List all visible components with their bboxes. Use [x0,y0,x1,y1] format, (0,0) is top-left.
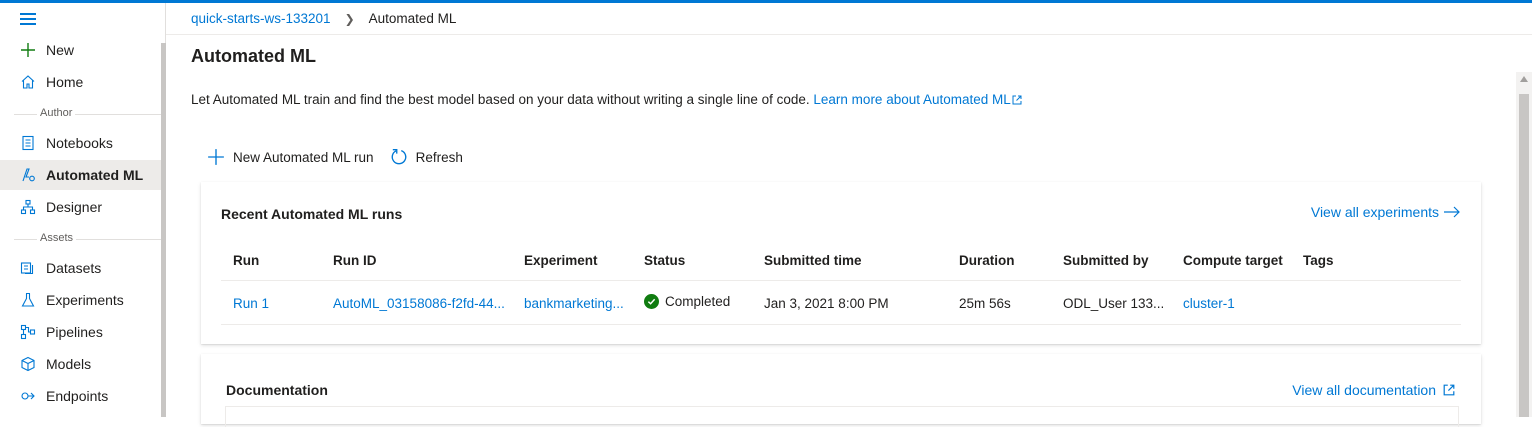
column-header-status[interactable]: Status [644,253,685,268]
sidebar-item-notebooks[interactable]: Notebooks [0,128,161,158]
main-scrollbar[interactable] [1516,72,1532,417]
learn-more-link[interactable]: Learn more about Automated ML [813,92,1022,107]
page-description: Let Automated ML train and find the best… [191,92,1022,107]
sidebar-item-label: Pipelines [46,324,103,340]
sidebar-item-label: Automated ML [46,167,144,183]
documentation-title: Documentation [226,382,328,398]
breadcrumb-current: Automated ML [368,11,457,26]
view-all-experiments-link[interactable]: View all experiments [1311,204,1461,220]
new-automated-ml-run-button[interactable]: New Automated ML run [207,148,374,166]
column-header-submitted-by[interactable]: Submitted by [1063,253,1149,268]
datasets-icon [20,260,36,276]
sidebar: New Home Author Notebooks Automated ML D… [0,3,166,417]
column-header-submitted-time[interactable]: Submitted time [764,253,862,268]
check-circle-icon [644,294,659,309]
sidebar-item-label: Designer [46,199,103,215]
column-header-run-id[interactable]: Run ID [333,253,377,268]
refresh-button[interactable]: Refresh [390,148,463,166]
plus-icon [208,149,224,165]
hamburger-icon[interactable] [20,13,36,25]
recent-runs-card: Recent Automated ML runs View all experi… [201,182,1481,344]
page-title: Automated ML [191,46,316,66]
arrow-right-icon [1444,206,1460,218]
documentation-card: Documentation View all documentation [201,354,1481,427]
row-divider [221,324,1461,325]
sidebar-item-label: Datasets [46,260,102,276]
sidebar-item-new[interactable]: New [0,35,161,65]
view-all-documentation-link[interactable]: View all documentation [1292,382,1455,398]
sidebar-item-experiments[interactable]: Experiments [0,285,161,315]
scroll-up-arrow-icon[interactable] [1520,76,1528,82]
automated-ml-icon [20,167,36,183]
sidebar-item-models[interactable]: Models [0,349,161,379]
view-all-experiments-label: View all experiments [1310,204,1439,220]
learn-more-label: Learn more about Automated ML [813,92,1011,107]
run-id-link[interactable]: AutoML_03158086-f2fd-44... [333,296,505,311]
chevron-right-icon: ❯ [344,11,355,26]
column-header-duration[interactable]: Duration [959,253,1015,268]
refresh-label: Refresh [415,149,463,165]
breadcrumb: quick-starts-ws-133201 ❯ Automated ML [166,3,1532,35]
compute-target-link[interactable]: cluster-1 [1183,296,1235,311]
notebook-icon [20,135,36,151]
submitted-time: Jan 3, 2021 8:00 PM [764,296,889,311]
sidebar-item-label: Experiments [46,292,124,308]
sidebar-item-automated-ml[interactable]: Automated ML [0,160,161,190]
status-text: Completed [665,294,731,309]
sidebar-item-pipelines[interactable]: Pipelines [0,317,161,347]
refresh-icon [391,149,406,165]
duration: 25m 56s [959,296,1011,311]
sidebar-item-label: Endpoints [46,388,109,404]
sidebar-item-datasets[interactable]: Datasets [0,253,161,283]
endpoints-icon [20,388,36,404]
sidebar-item-label: Models [46,356,92,372]
experiment-link[interactable]: bankmarketing... [524,296,624,311]
status-badge: Completed [644,294,730,309]
description-text: Let Automated ML train and find the best… [191,92,810,107]
sidebar-item-label: New [46,42,75,58]
breadcrumb-workspace-link[interactable]: quick-starts-ws-133201 [191,11,331,26]
home-icon [20,74,36,90]
sidebar-item-label: Notebooks [46,135,113,151]
external-link-icon [1012,95,1022,105]
flask-icon [20,292,36,308]
new-run-label: New Automated ML run [233,149,374,165]
plus-icon [20,42,36,58]
submitted-by: ODL_User 133... [1063,296,1165,311]
sidebar-scrollbar[interactable] [161,43,166,417]
column-header-run[interactable]: Run [233,253,259,268]
column-header-tags[interactable]: Tags [1303,253,1334,268]
section-label-author: Author [37,107,76,119]
sidebar-item-designer[interactable]: Designer [0,192,161,222]
external-link-icon [1443,384,1455,396]
cube-icon [20,356,36,372]
toolbar: New Automated ML run Refresh [207,146,479,168]
view-all-documentation-label: View all documentation [1292,382,1436,398]
header-divider [221,280,1461,281]
section-label-assets: Assets [37,232,77,244]
designer-icon [20,199,36,215]
column-header-compute-target[interactable]: Compute target [1183,253,1283,268]
pipelines-icon [20,324,36,340]
run-name-link[interactable]: Run 1 [233,296,269,311]
scrollbar-thumb[interactable] [1519,94,1529,417]
sidebar-item-endpoints[interactable]: Endpoints [0,381,161,411]
column-header-experiment[interactable]: Experiment [524,253,598,268]
sidebar-item-label: Home [46,74,84,90]
recent-runs-title: Recent Automated ML runs [221,206,403,222]
sidebar-item-home[interactable]: Home [0,67,161,97]
